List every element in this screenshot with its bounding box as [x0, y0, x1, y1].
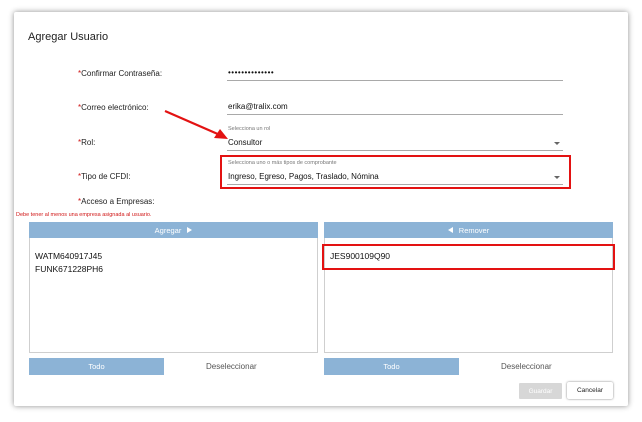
deselect-available-button[interactable]: Deseleccionar — [206, 362, 257, 371]
cfdi-type-hint: Selecciona uno o más tipos de comprobant… — [228, 160, 337, 166]
role-label: *Rol: — [78, 138, 95, 147]
role-hint: Selecciona un rol — [228, 126, 271, 132]
dialog-title: Agregar Usuario — [28, 31, 109, 43]
email-label: *Correo electrónico: — [78, 103, 149, 112]
chevron-down-icon — [554, 176, 560, 179]
triangle-left-icon — [447, 227, 453, 233]
add-button-label: Agregar — [154, 225, 182, 235]
role-value: Consultor — [228, 138, 263, 147]
list-item[interactable]: WATM640917J45 — [30, 250, 317, 263]
save-button[interactable]: Guardar — [519, 383, 562, 399]
cancel-button[interactable]: Cancelar — [567, 382, 613, 399]
add-user-dialog: Agregar Usuario *Confirmar Contraseña: •… — [14, 12, 628, 406]
list-item[interactable]: JES900109Q90 — [325, 250, 612, 263]
confirm-password-label: *Confirmar Contraseña: — [78, 69, 162, 78]
cfdi-type-label: *Tipo de CFDI: — [78, 172, 131, 181]
select-all-available-button[interactable]: Todo — [29, 358, 164, 375]
available-companies-list: WATM640917J45 FUNK671228PH6 — [29, 238, 318, 353]
role-label-text: Rol: — [81, 138, 96, 147]
remove-button[interactable]: Remover — [324, 222, 613, 238]
companies-access-label: *Acceso a Empresas: — [78, 197, 155, 206]
cfdi-type-label-text: Tipo de CFDI: — [81, 172, 131, 181]
role-select[interactable]: Selecciona un rol Consultor — [227, 126, 563, 151]
assigned-companies-list: JES900109Q90 — [324, 238, 613, 353]
email-value: erika@tralix.com — [228, 102, 288, 111]
cfdi-type-select[interactable]: Selecciona uno o más tipos de comprobant… — [227, 160, 563, 185]
remove-button-label: Remover — [458, 225, 490, 235]
companies-access-label-text: Acceso a Empresas: — [81, 197, 155, 206]
confirm-password-label-text: Confirmar Contraseña: — [81, 69, 163, 78]
cfdi-type-value: Ingreso, Egreso, Pagos, Traslado, Nómina — [228, 172, 379, 181]
email-label-text: Correo electrónico: — [81, 103, 149, 112]
confirm-password-field[interactable]: •••••••••••••• — [227, 62, 563, 81]
deselect-assigned-button[interactable]: Deseleccionar — [501, 362, 552, 371]
error-message: Debe tener al menos una empresa asignada… — [16, 212, 152, 218]
list-item[interactable]: FUNK671228PH6 — [30, 263, 317, 276]
select-all-assigned-button[interactable]: Todo — [324, 358, 459, 375]
triangle-right-icon — [187, 227, 193, 233]
email-field[interactable]: erika@tralix.com — [227, 96, 563, 115]
red-arrow-icon — [164, 109, 228, 139]
chevron-down-icon — [554, 142, 560, 145]
confirm-password-value: •••••••••••••• — [228, 68, 275, 77]
add-button[interactable]: Agregar — [29, 222, 318, 238]
